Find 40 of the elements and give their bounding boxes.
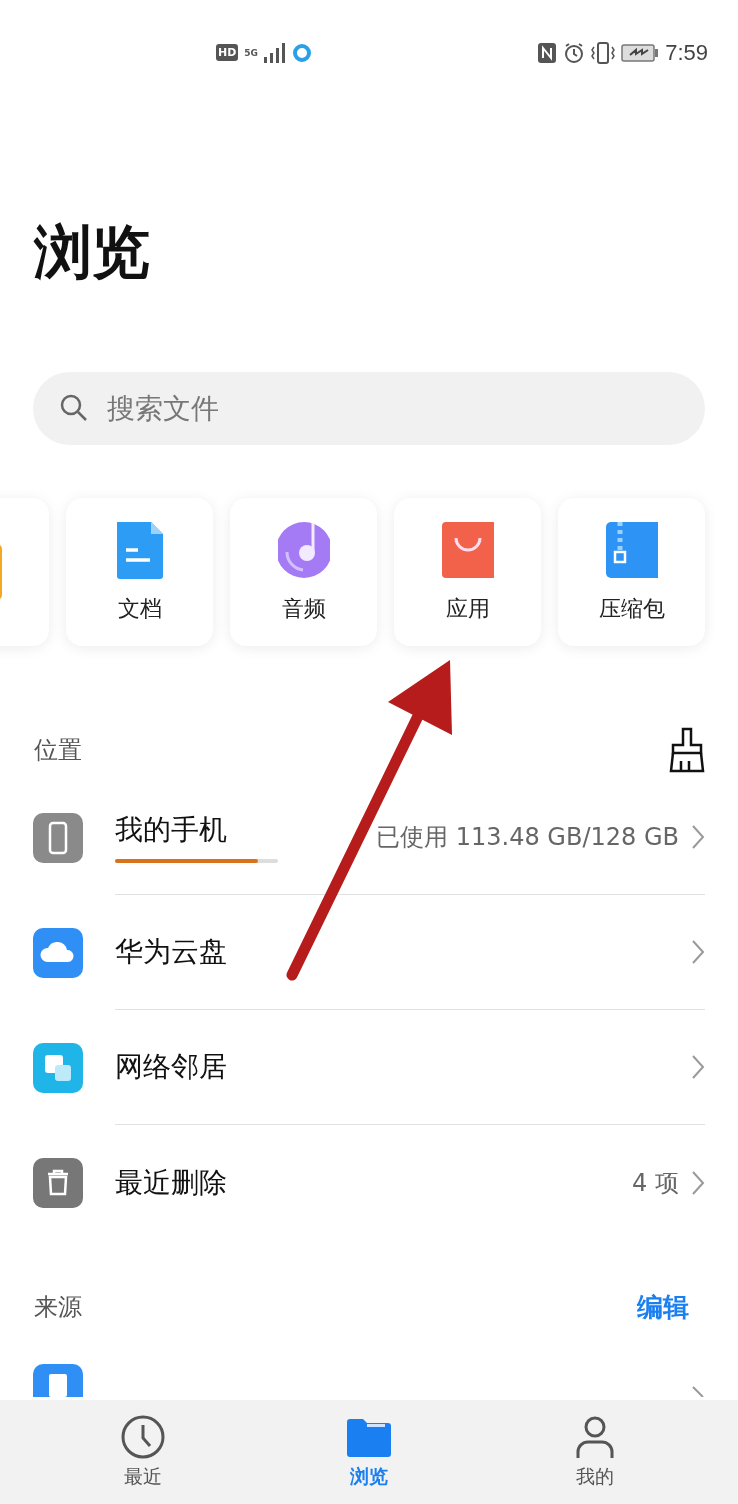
section-heading: 位置: [34, 735, 82, 766]
phone-icon: [33, 812, 83, 863]
tab[interactable]: 最近: [83, 1400, 203, 1504]
page-title: 浏览: [32, 217, 151, 288]
download-icon: [33, 1364, 83, 1397]
chevron-icon: [691, 1385, 705, 1397]
network-label: 5G: [244, 47, 258, 58]
chevron-icon: [691, 1054, 705, 1080]
chevron-icon: [691, 1169, 705, 1196]
chevron-icon: [691, 939, 705, 965]
section-heading: 来源: [34, 1292, 82, 1323]
clock-icon: [119, 1414, 167, 1460]
search-icon: [59, 393, 89, 423]
category-card[interactable]: 音频: [230, 498, 377, 646]
broom-icon[interactable]: [669, 727, 705, 773]
category-card[interactable]: 压缩包: [558, 498, 705, 646]
category-card[interactable]: 文档: [66, 498, 213, 646]
overlapping-squares-icon: [33, 1042, 83, 1093]
battery-icon: [621, 43, 660, 62]
tab[interactable]: 我的: [535, 1400, 655, 1504]
chevron-icon: [691, 824, 705, 850]
trash-icon: [33, 1157, 83, 1208]
tab[interactable]: 浏览: [309, 1400, 429, 1504]
shopping-bag-icon: [441, 520, 494, 580]
location-row[interactable]: 网络邻居: [0, 1010, 738, 1125]
search-field[interactable]: 搜索文件: [33, 372, 705, 445]
app-icon: [292, 42, 312, 63]
alarm-icon: [563, 41, 586, 64]
signal-icon: [264, 42, 286, 63]
hd-badge: HD: [216, 44, 239, 61]
edit-link[interactable]: 编辑: [637, 1289, 689, 1325]
cloud-icon: [33, 927, 83, 978]
clock-time: 7:59: [665, 39, 708, 66]
zip-file-icon: [605, 520, 658, 580]
location-row[interactable]: 我的手机 已使用 113.48 GB/128 GB: [0, 780, 738, 895]
nfc-icon: [537, 41, 558, 64]
vibrate-icon: [591, 41, 616, 64]
location-row[interactable]: 最近删除 4 项: [0, 1125, 738, 1240]
category-card[interactable]: 应用: [394, 498, 541, 646]
location-row[interactable]: 华为云盘: [0, 895, 738, 1010]
